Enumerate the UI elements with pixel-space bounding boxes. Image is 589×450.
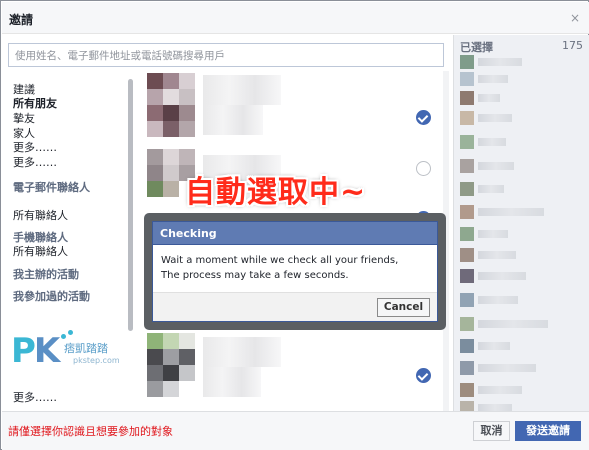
friend-avatar: [179, 365, 195, 381]
sidebar-scrollbar[interactable]: [128, 79, 133, 331]
friend-avatar: [147, 365, 163, 381]
friend-avatar: [147, 149, 163, 165]
friend-avatar: [179, 105, 195, 121]
friend-avatar: [179, 349, 195, 365]
friend-checkbox-checked[interactable]: [416, 368, 431, 383]
category-more-bottom[interactable]: 更多……: [13, 391, 57, 405]
watermark-name: 痞凱踏踏: [64, 342, 108, 355]
friend-avatar: [179, 121, 195, 137]
friend-avatar: [147, 165, 163, 181]
selected-panel: 已選擇 175: [453, 35, 589, 411]
selected-count: 175: [562, 39, 583, 52]
search-input[interactable]: 使用姓名、電子郵件地址或電話號碼搜尋用戶: [8, 43, 444, 67]
checking-dialog: Checking Wait a moment while we check al…: [152, 221, 438, 322]
category-family[interactable]: 家人: [13, 127, 35, 141]
friend-avatar: [147, 181, 163, 197]
friend-avatar: [163, 105, 179, 121]
friend-avatar: [163, 365, 179, 381]
category-suggested[interactable]: 建議: [13, 83, 35, 97]
category-phone-all[interactable]: 所有聯絡人: [13, 245, 68, 259]
checking-dialog-message-line2: The process may take a few seconds.: [161, 270, 349, 281]
friend-avatar: [163, 149, 179, 165]
dialog-footer: 請僅選擇你認識且想要參加的對象 取消 發送邀請: [2, 411, 589, 450]
friend-avatar: [147, 333, 163, 349]
category-hosted-events[interactable]: 我主辦的活動: [13, 268, 79, 282]
footer-hint: 請僅選擇你認識且想要參加的對象: [8, 425, 173, 438]
checking-dialog-header: Checking: [153, 222, 437, 245]
friend-avatar: [179, 333, 195, 349]
category-email-all[interactable]: 所有聯絡人: [13, 209, 68, 223]
close-icon[interactable]: ×: [570, 11, 580, 25]
friend-checkbox-unchecked[interactable]: [416, 161, 431, 176]
watermark-logo-p: P: [11, 331, 36, 371]
checking-cancel-button[interactable]: Cancel: [377, 298, 430, 317]
friend-name-blurred: [203, 75, 281, 105]
dialog-title: 邀請: [9, 13, 34, 27]
friend-avatar: [163, 73, 179, 89]
category-attended-events[interactable]: 我參加過的活動: [13, 290, 98, 304]
category-more-1[interactable]: 更多……: [13, 141, 57, 155]
checking-dialog-message-line1: Wait a moment while we check all your fr…: [161, 255, 399, 266]
send-invites-button[interactable]: 發送邀請: [515, 421, 581, 441]
cancel-button[interactable]: 取消: [473, 421, 510, 441]
dialog-titlebar: 邀請 ×: [2, 2, 589, 34]
checking-dialog-title: Checking: [160, 227, 217, 240]
friend-avatar: [147, 349, 163, 365]
checking-dialog-footer: Cancel: [153, 292, 437, 321]
friend-avatar: [147, 73, 163, 89]
category-phone-contacts-head: 手機聯絡人: [13, 231, 68, 244]
friend-avatar: [163, 381, 179, 397]
category-more-2[interactable]: 更多……: [13, 156, 57, 170]
friend-avatar: [179, 89, 195, 105]
category-all-friends[interactable]: 所有朋友: [13, 97, 57, 111]
friend-avatar: [147, 381, 163, 397]
friend-name-blurred: [203, 367, 261, 397]
friend-avatar: [179, 149, 195, 165]
category-email-contacts-head: 電子郵件聯絡人: [13, 181, 90, 194]
friend-checkbox-checked[interactable]: [416, 110, 431, 125]
watermark-logo: PK: [11, 331, 60, 371]
friend-avatar: [179, 73, 195, 89]
friend-avatar: [147, 89, 163, 105]
friend-avatar: [147, 105, 163, 121]
watermark-url: pkstep.com: [73, 356, 120, 365]
friend-avatar: [163, 89, 179, 105]
friend-name-blurred: [203, 337, 281, 367]
friend-avatar: [163, 121, 179, 137]
watermark-logo-k: K: [33, 331, 60, 371]
invite-dialog: 邀請 × 使用姓名、電子郵件地址或電話號碼搜尋用戶 建議 所有朋友 摯友 家人 …: [0, 0, 589, 450]
paw-icon: [61, 334, 66, 339]
friend-avatar: [147, 121, 163, 137]
friend-avatar: [163, 349, 179, 365]
selected-label: 已選擇: [460, 41, 493, 54]
friend-avatar: [163, 165, 179, 181]
friend-avatar: [163, 181, 179, 197]
category-close-friends[interactable]: 摯友: [13, 112, 35, 126]
auto-select-heading: 自動選取中~: [185, 175, 367, 210]
friend-avatar: [163, 333, 179, 349]
friend-name-blurred: [203, 105, 263, 135]
paw-icon: [68, 330, 73, 335]
